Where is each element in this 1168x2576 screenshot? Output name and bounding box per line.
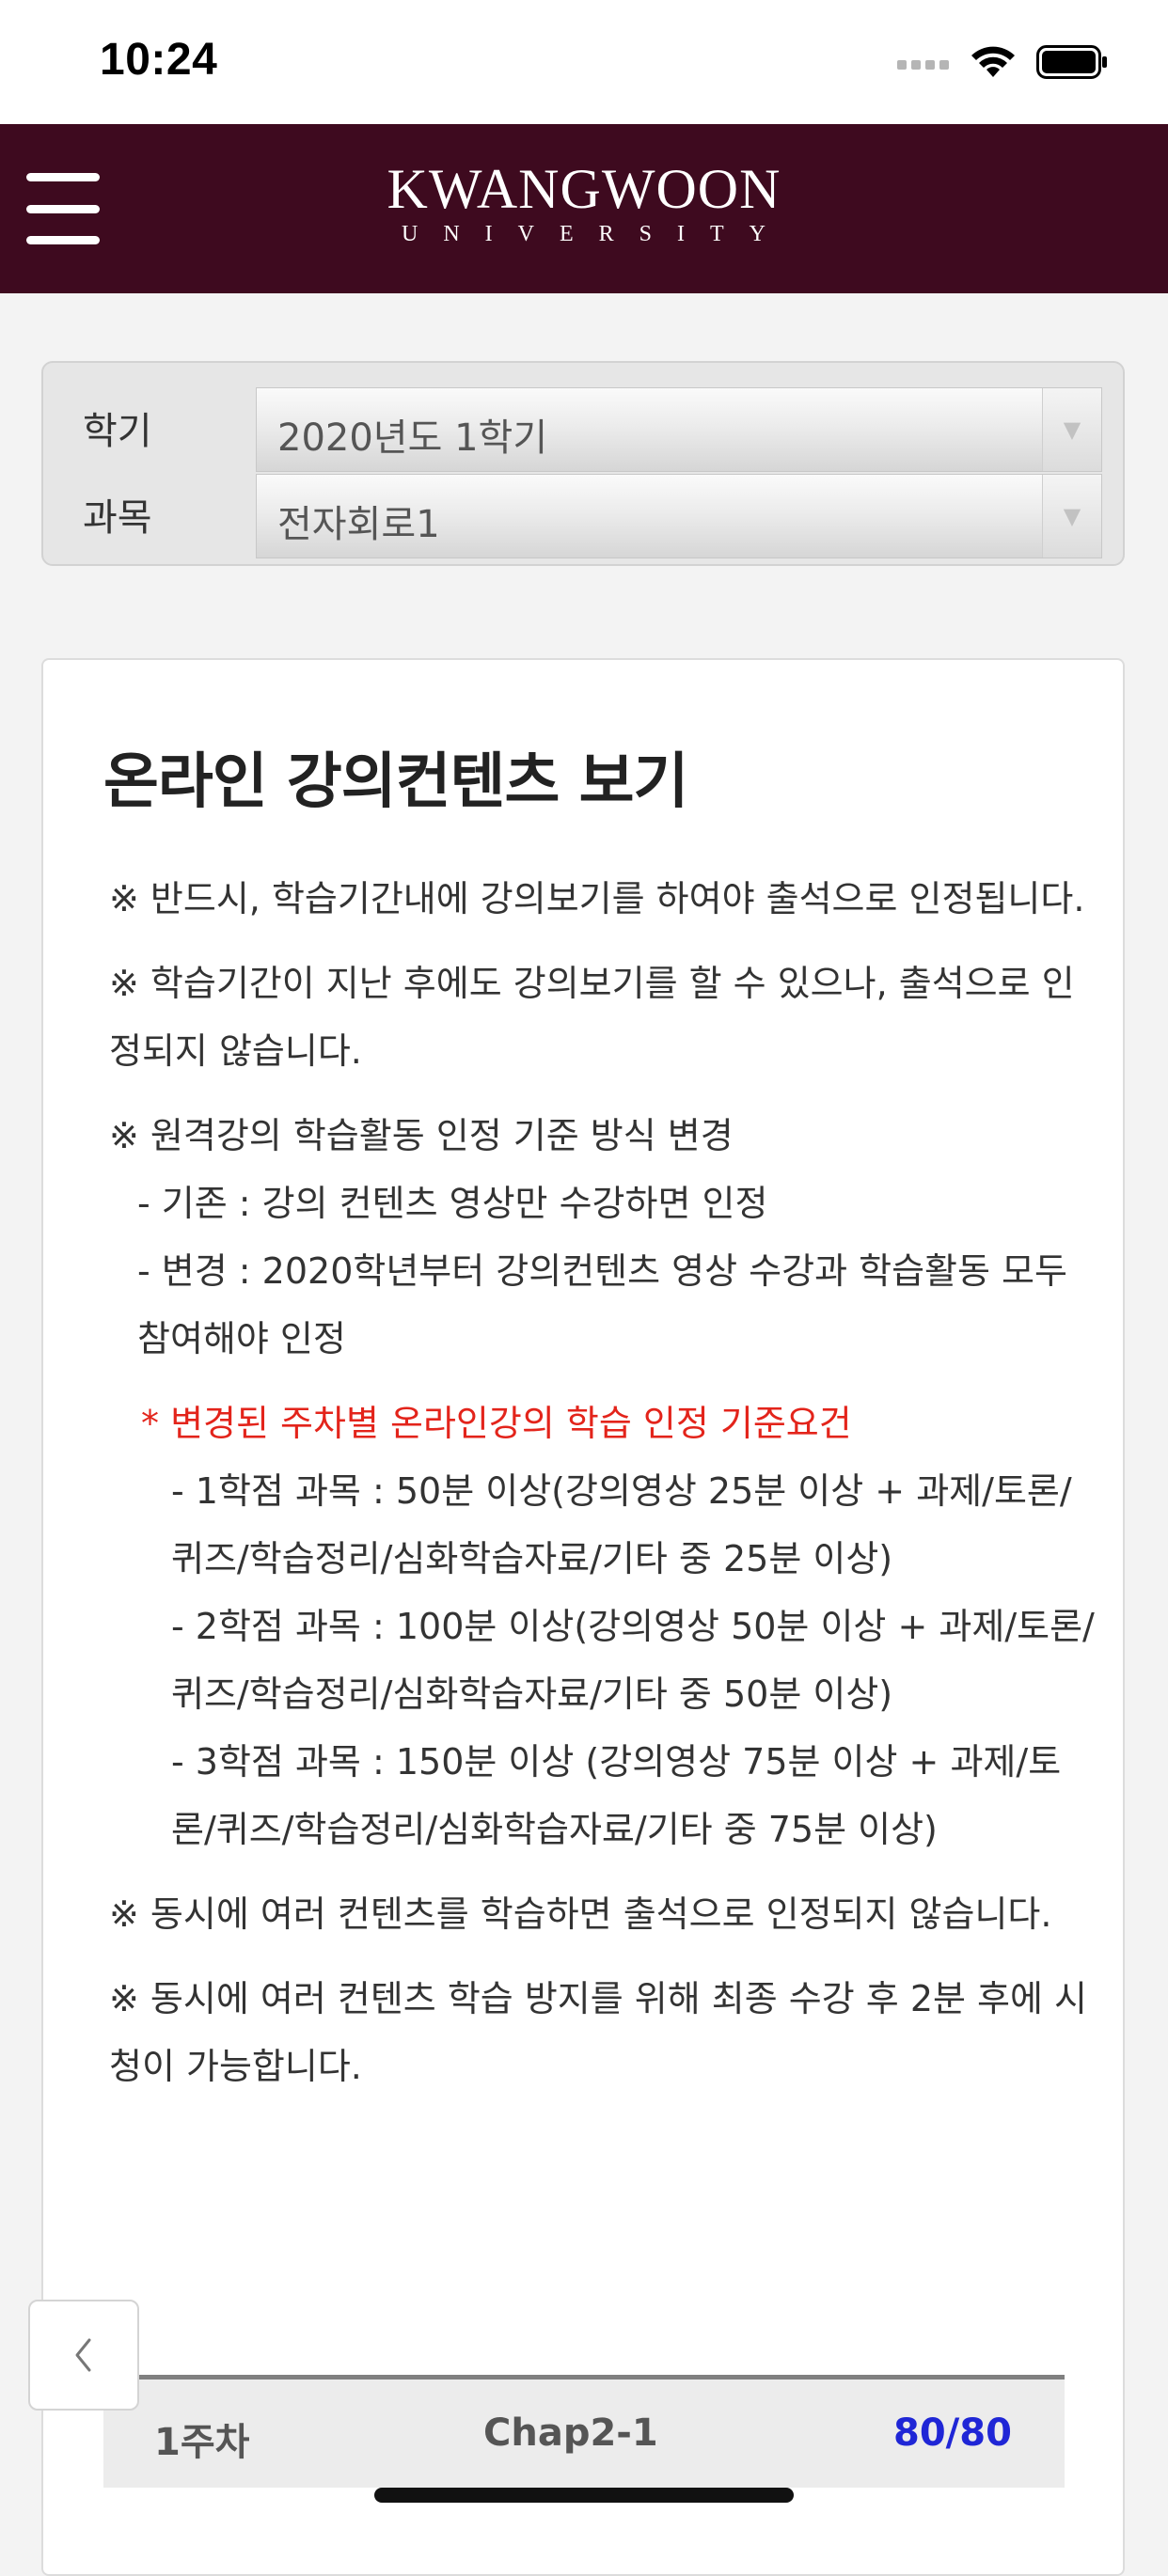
course-value: 전자회로1 xyxy=(277,503,440,546)
dropdown-arrow-icon: ▼ xyxy=(1042,388,1101,471)
battery-icon xyxy=(1036,45,1107,79)
requirement-1-credit: - 1학점 과목 : 50분 이상(강의영상 25분 이상 + 과제/토론/퀴즈… xyxy=(171,1470,1072,1579)
content-card: 온라인 강의컨텐츠 보기 ※ 반드시, 학습기간내에 강의보기를 하여야 출석으… xyxy=(41,658,1125,2576)
back-button[interactable] xyxy=(28,2300,139,2411)
notice-wait-time: ※ 동시에 여러 컨텐츠 학습 방지를 위해 최종 수강 후 2분 후에 시청이… xyxy=(109,1978,1088,2087)
status-time: 10:24 xyxy=(100,35,218,85)
semester-row: 학기 2020년도 1학기 ▼ xyxy=(43,387,1123,474)
course-row: 과목 전자회로1 ▼ xyxy=(43,474,1123,560)
notice-concurrent: ※ 동시에 여러 컨텐츠를 학습하면 출석으로 인정되지 않습니다. xyxy=(109,1893,1052,1935)
semester-select[interactable]: 2020년도 1학기 ▼ xyxy=(256,387,1102,472)
notice-criteria-change: ※ 원격강의 학습활동 인정 기준 방식 변경 - 기존 : 강의 컨텐츠 영상… xyxy=(109,1102,1097,1373)
dropdown-arrow-icon: ▼ xyxy=(1042,475,1101,558)
notice-criteria-old: - 기존 : 강의 컨텐츠 영상만 수강하면 인정 xyxy=(137,1183,768,1224)
notice-criteria-title: ※ 원격강의 학습활동 인정 기준 방식 변경 xyxy=(109,1115,734,1156)
notice-after-period: ※ 학습기간이 지난 후에도 강의보기를 할 수 있으나, 출석으로 인정되지 … xyxy=(109,963,1075,1072)
home-indicator xyxy=(374,2488,794,2503)
notice-attendance: ※ 반드시, 학습기간내에 강의보기를 하여야 출석으로 인정됩니다. xyxy=(109,878,1085,919)
logo-main-text: KWANGWOON xyxy=(387,158,781,220)
status-icons xyxy=(897,45,1108,79)
wifi-icon xyxy=(971,46,1015,77)
signal-icon xyxy=(897,60,949,70)
course-label: 과목 xyxy=(83,496,152,540)
notice-weekly-requirements: * 변경된 주차별 온라인강의 학습 인정 기준요건 - 1학점 과목 : 50… xyxy=(109,1390,1097,1863)
requirement-3-credit: - 3학점 과목 : 150분 이상 (강의영상 75분 이상 + 과제/토론/… xyxy=(171,1741,1062,1850)
logo-sub-text: UNIVERSITY xyxy=(402,222,791,246)
week-chapter: Chap2-1 xyxy=(483,2411,658,2455)
chevron-left-icon xyxy=(75,2338,91,2372)
app-header: KWANGWOON UNIVERSITY xyxy=(0,124,1168,293)
course-select[interactable]: 전자회로1 ▼ xyxy=(256,474,1102,558)
week-number: 1주차 xyxy=(154,2421,250,2464)
week-row[interactable]: 1주차 Chap2-1 80/80 xyxy=(103,2375,1065,2488)
notice-requirements-title: * 변경된 주차별 온라인강의 학습 인정 기준요건 xyxy=(141,1403,852,1444)
semester-value: 2020년도 1학기 xyxy=(277,416,548,460)
requirement-2-credit: - 2학점 과목 : 100분 이상(강의영상 50분 이상 + 과제/토론/퀴… xyxy=(171,1606,1095,1715)
semester-label: 학기 xyxy=(83,410,152,453)
filter-panel: 학기 2020년도 1학기 ▼ 과목 전자회로1 ▼ xyxy=(41,361,1125,566)
status-bar: 10:24 xyxy=(0,0,1168,124)
notice-list: ※ 반드시, 학습기간내에 강의보기를 하여야 출석으로 인정됩니다. ※ 학습… xyxy=(109,865,1097,2117)
notice-criteria-new: - 변경 : 2020학년부터 강의컨텐츠 영상 수강과 학습활동 모두 참여해… xyxy=(137,1250,1067,1359)
week-progress: 80/80 xyxy=(893,2411,1012,2455)
page-title: 온라인 강의컨텐츠 보기 xyxy=(103,747,688,817)
university-logo: KWANGWOON UNIVERSITY xyxy=(0,158,1168,248)
